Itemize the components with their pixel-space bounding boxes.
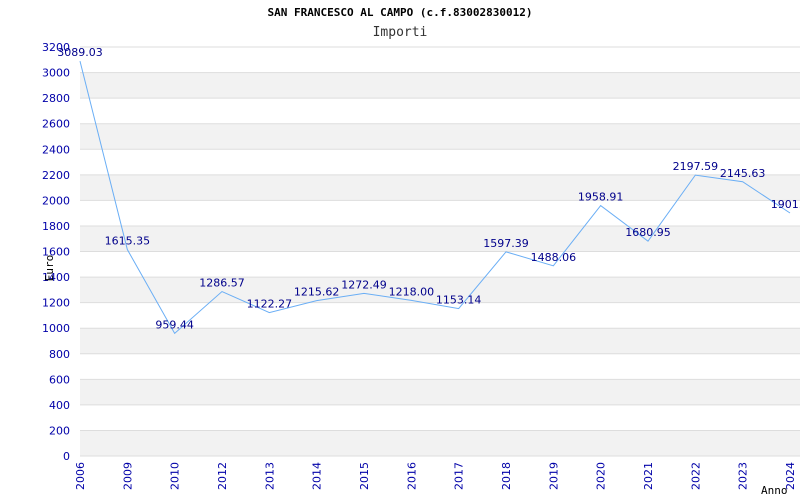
y-tick-label: 800 [49, 348, 70, 361]
data-label: 3089.03 [57, 46, 103, 59]
plot-band [80, 72, 800, 99]
y-tick-label: 200 [49, 424, 70, 437]
x-axis-label: Anno [761, 484, 788, 497]
plot-band [80, 47, 800, 73]
y-tick-label: 1200 [42, 297, 70, 310]
data-label: 1597.39 [483, 237, 529, 250]
x-tick-label: 2013 [263, 462, 276, 490]
y-axis-ticks: 0200400600800100012001400160018002000220… [42, 41, 70, 463]
data-label: 1615.35 [105, 235, 151, 248]
plot-band [80, 98, 800, 124]
plot-band [80, 353, 800, 380]
data-label: 1272.49 [341, 278, 387, 291]
plot-band [80, 404, 800, 431]
plot-band [80, 174, 800, 201]
y-tick-label: 1000 [42, 322, 70, 335]
y-tick-label: 0 [63, 450, 70, 463]
y-tick-label: 400 [49, 399, 70, 412]
data-label: 1218.00 [389, 285, 435, 298]
line-chart: 0200400600800100012001400160018002000220… [42, 41, 800, 497]
plot-band [80, 225, 800, 252]
y-tick-label: 2800 [42, 92, 70, 105]
y-tick-label: 2600 [42, 118, 70, 131]
plot-band [80, 200, 800, 226]
x-tick-label: 2018 [500, 462, 513, 490]
y-tick-label: 2200 [42, 169, 70, 182]
x-tick-label: 2023 [737, 462, 750, 490]
y-axis-label: Euro [43, 255, 56, 282]
data-label: 959.44 [155, 318, 194, 331]
plot-band [80, 328, 800, 354]
plot-band [80, 251, 800, 278]
data-label: 1901.2 [771, 198, 800, 211]
data-label: 2197.59 [673, 160, 719, 173]
data-label: 1286.57 [199, 277, 245, 290]
y-tick-label: 3000 [42, 67, 70, 80]
data-label: 2145.63 [720, 167, 766, 180]
x-tick-label: 2012 [216, 462, 229, 490]
x-tick-label: 2009 [121, 462, 134, 490]
plot-band [80, 379, 800, 405]
data-label: 1958.91 [578, 191, 624, 204]
data-label: 1680.95 [625, 226, 671, 239]
data-label: 1215.62 [294, 286, 340, 299]
x-tick-label: 2021 [642, 462, 655, 490]
y-tick-label: 600 [49, 373, 70, 386]
x-tick-label: 2006 [74, 462, 87, 490]
x-tick-label: 2022 [689, 462, 702, 490]
y-tick-label: 2400 [42, 143, 70, 156]
x-tick-label: 2016 [405, 462, 418, 490]
y-tick-label: 2000 [42, 194, 70, 207]
x-tick-label: 2010 [169, 462, 182, 490]
data-label: 1122.27 [247, 298, 293, 311]
plot-band [80, 430, 800, 456]
data-label: 1488.06 [531, 251, 577, 264]
x-tick-label: 2020 [595, 462, 608, 490]
x-tick-label: 2017 [453, 462, 466, 490]
data-label: 1153.14 [436, 294, 482, 307]
x-tick-label: 2014 [311, 462, 324, 490]
x-axis-ticks: 2006 2009 2010 2012 2013 2014 2015 2016 2017 2018… [74, 462, 797, 490]
x-tick-label: 2015 [358, 462, 371, 490]
y-tick-label: 1800 [42, 220, 70, 233]
x-tick-label: 2019 [547, 462, 560, 490]
plot-band [80, 123, 800, 150]
